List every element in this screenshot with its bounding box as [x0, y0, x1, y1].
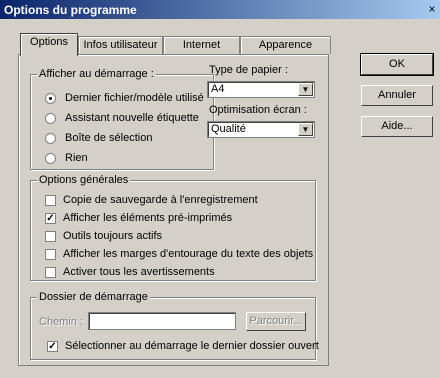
- checkbox-label: Afficher les marges d'entourage du texte…: [63, 248, 314, 260]
- checkmark-icon: ✓: [45, 213, 56, 224]
- checkbox-label: Outils toujours actifs: [63, 230, 163, 242]
- checkbox-box: [45, 195, 56, 206]
- tab-label: Apparence: [258, 39, 313, 51]
- title-bar[interactable]: Options du programme ×: [0, 0, 440, 19]
- path-input[interactable]: [88, 312, 236, 330]
- radio-label: Assistant nouvelle étiquette: [65, 112, 199, 124]
- checkbox-label: Copie de sauvegarde à l'enregistrement: [63, 194, 258, 206]
- help-button[interactable]: Aide...: [361, 116, 433, 137]
- checkmark-icon: ✓: [47, 341, 58, 352]
- radio-label: Dernier fichier/modèle utilisé: [65, 92, 204, 104]
- startup-legend: Afficher au démarrage :: [37, 68, 156, 80]
- chevron-down-icon[interactable]: ▼: [298, 123, 313, 136]
- options-dialog: Options du programme × Options Infos uti…: [0, 0, 440, 378]
- cancel-button[interactable]: Annuler: [361, 85, 433, 106]
- startup-folder-group: Dossier de démarrage Chemin : Parcourir.…: [30, 291, 319, 360]
- tab-internet[interactable]: Internet: [163, 36, 240, 54]
- radio-dot: [45, 133, 56, 144]
- options-panel: Afficher au démarrage : Dernier fichier/…: [18, 54, 329, 366]
- general-options-group: Options générales Copie de sauvegarde à …: [30, 174, 316, 281]
- ok-button[interactable]: OK: [360, 53, 434, 76]
- paper-type-select[interactable]: A4 ▼: [207, 81, 315, 98]
- paper-type-value: A4: [211, 83, 225, 95]
- tab-label: Internet: [182, 39, 221, 51]
- startup-group: Afficher au démarrage : Dernier fichier/…: [30, 68, 214, 170]
- screen-optimization-select[interactable]: Qualité ▼: [207, 121, 315, 138]
- radio-label: Rien: [65, 152, 88, 164]
- paper-type-label: Type de papier :: [209, 64, 288, 76]
- screen-optimization-label: Optimisation écran :: [209, 104, 307, 116]
- close-icon[interactable]: ×: [424, 2, 440, 16]
- tab-apparence[interactable]: Apparence: [240, 36, 331, 54]
- checkbox-box: [45, 249, 56, 260]
- checkbox-label: Sélectionner au démarrage le dernier dos…: [65, 340, 319, 352]
- chevron-down-icon[interactable]: ▼: [298, 83, 313, 96]
- radio-dot: [45, 153, 56, 164]
- path-label: Chemin :: [39, 316, 84, 328]
- screen-optimization-value: Qualité: [211, 123, 246, 135]
- radio-dot: [45, 113, 56, 124]
- checkbox-label: Activer tous les avertissements: [63, 266, 215, 278]
- checkbox-label: Afficher les éléments pré-imprimés: [63, 212, 233, 224]
- radio-label: Boîte de sélection: [65, 132, 153, 144]
- tab-label: Options: [30, 36, 68, 48]
- general-options-legend: Options générales: [37, 174, 131, 186]
- tab-label: Infos utilisateur: [83, 39, 158, 51]
- browse-button[interactable]: Parcourir...: [246, 312, 306, 331]
- window-title: Options du programme: [4, 3, 137, 17]
- checkbox-box: [45, 231, 56, 242]
- tab-infos-utilisateur[interactable]: Infos utilisateur: [78, 36, 163, 54]
- checkbox-box: [45, 267, 56, 278]
- startup-folder-legend: Dossier de démarrage: [37, 291, 150, 303]
- radio-dot: [45, 93, 56, 104]
- tab-options[interactable]: Options: [20, 33, 78, 56]
